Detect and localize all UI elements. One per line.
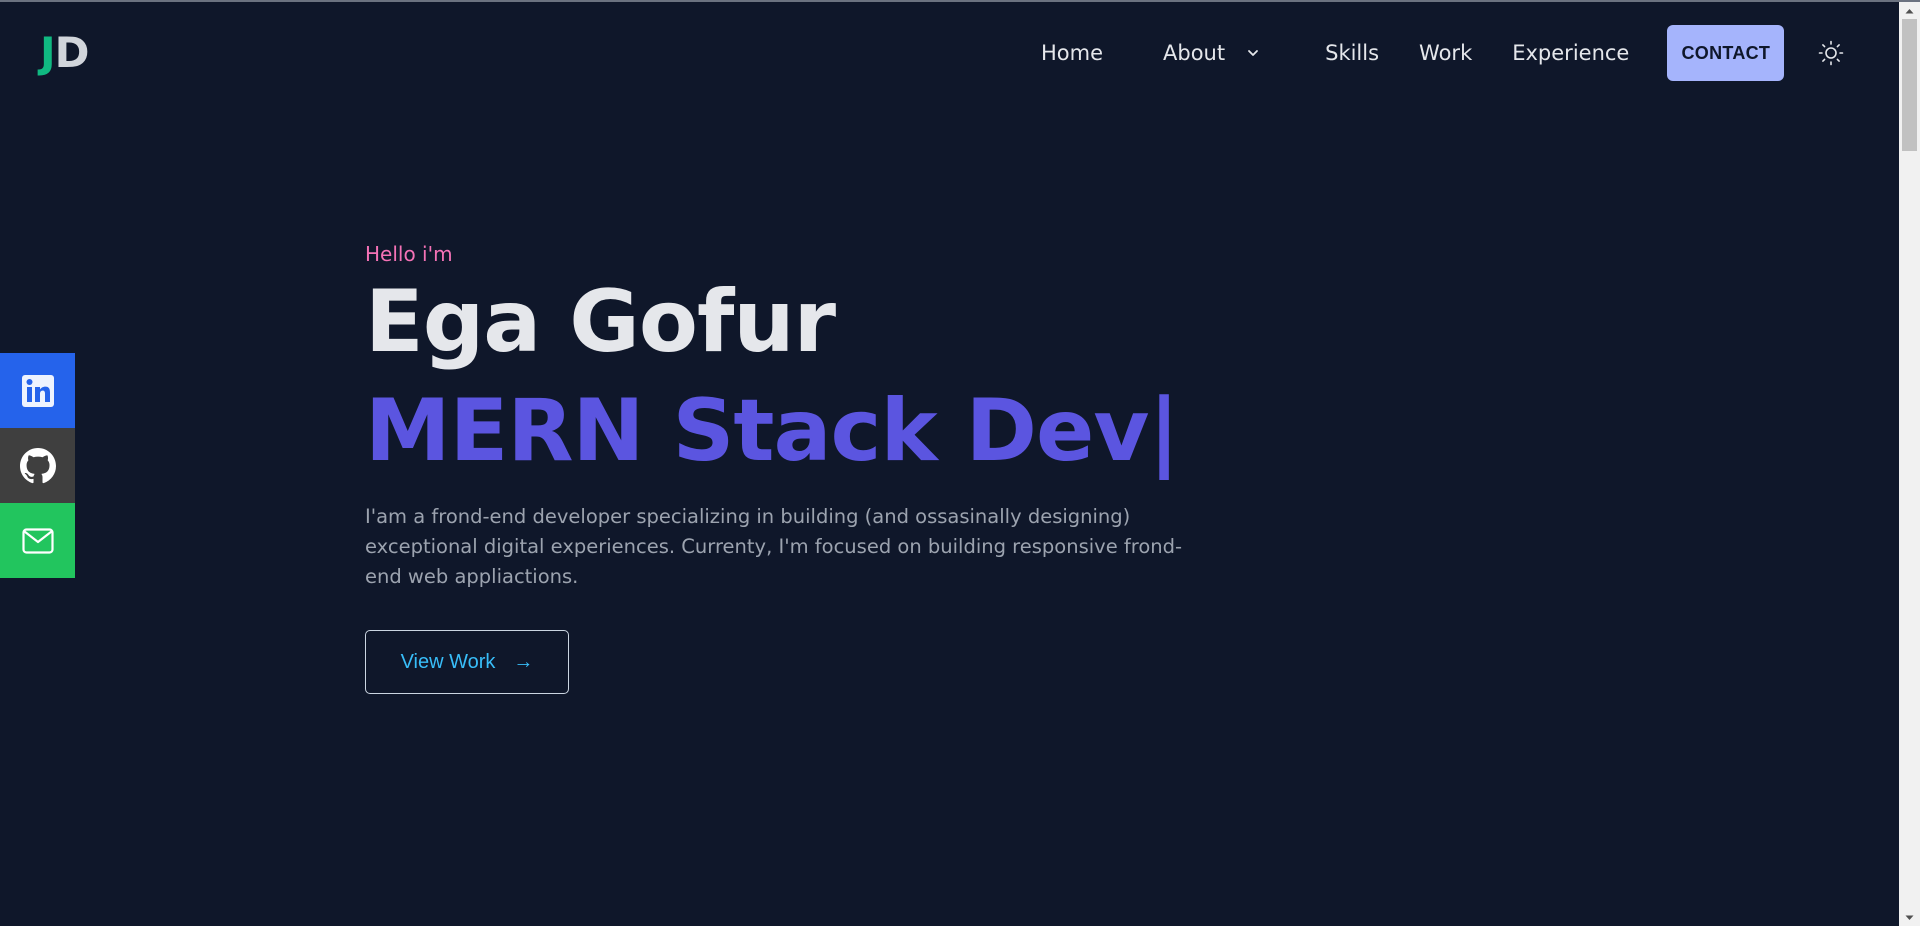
logo[interactable]: JD <box>40 28 90 78</box>
logo-letter-j: J <box>40 28 56 77</box>
main-nav: Home About Skills Work Experience CONTAC… <box>1020 25 1846 81</box>
hero-role: MERN Stack Dev| <box>365 381 1180 481</box>
view-work-button[interactable]: View Work → <box>365 630 569 694</box>
logo-letter-d: D <box>54 28 90 77</box>
scroll-down-arrow-icon[interactable] <box>1899 909 1920 926</box>
view-work-label: View Work <box>400 650 496 673</box>
theme-toggle-button[interactable] <box>1816 38 1846 68</box>
github-link[interactable] <box>0 428 75 503</box>
nav-skills[interactable]: Skills <box>1325 41 1379 65</box>
nav-experience[interactable]: Experience <box>1512 41 1629 65</box>
mail-icon <box>21 527 54 554</box>
sun-icon <box>1819 40 1844 66</box>
contact-button[interactable]: CONTACT <box>1667 25 1785 81</box>
scrollbar-thumb[interactable] <box>1902 19 1917 151</box>
email-link[interactable] <box>0 503 75 578</box>
hero-name: Ega Gofur <box>365 272 836 372</box>
page: JD Home About Skills Work Experience CON… <box>0 0 1920 926</box>
scroll-up-arrow-icon[interactable] <box>1899 2 1920 19</box>
github-icon <box>19 447 56 483</box>
arrow-right-icon: → <box>513 650 534 673</box>
social-links <box>0 353 75 578</box>
nav-work[interactable]: Work <box>1419 41 1472 65</box>
hero-description: I'am a frond-end developer specializing … <box>365 505 1183 588</box>
hero-section: Hello i'm Ega Gofur MERN Stack Dev| I'am… <box>365 240 1265 694</box>
hero-greeting: Hello i'm <box>365 242 453 266</box>
nav-about-dropdown[interactable]: About <box>1163 41 1261 65</box>
nav-about-label: About <box>1163 41 1226 65</box>
chevron-down-icon <box>1248 50 1259 56</box>
page-scrollbar[interactable] <box>1899 2 1920 926</box>
nav-home[interactable]: Home <box>1041 41 1103 65</box>
linkedin-link[interactable] <box>0 353 75 428</box>
linkedin-icon <box>21 374 54 407</box>
